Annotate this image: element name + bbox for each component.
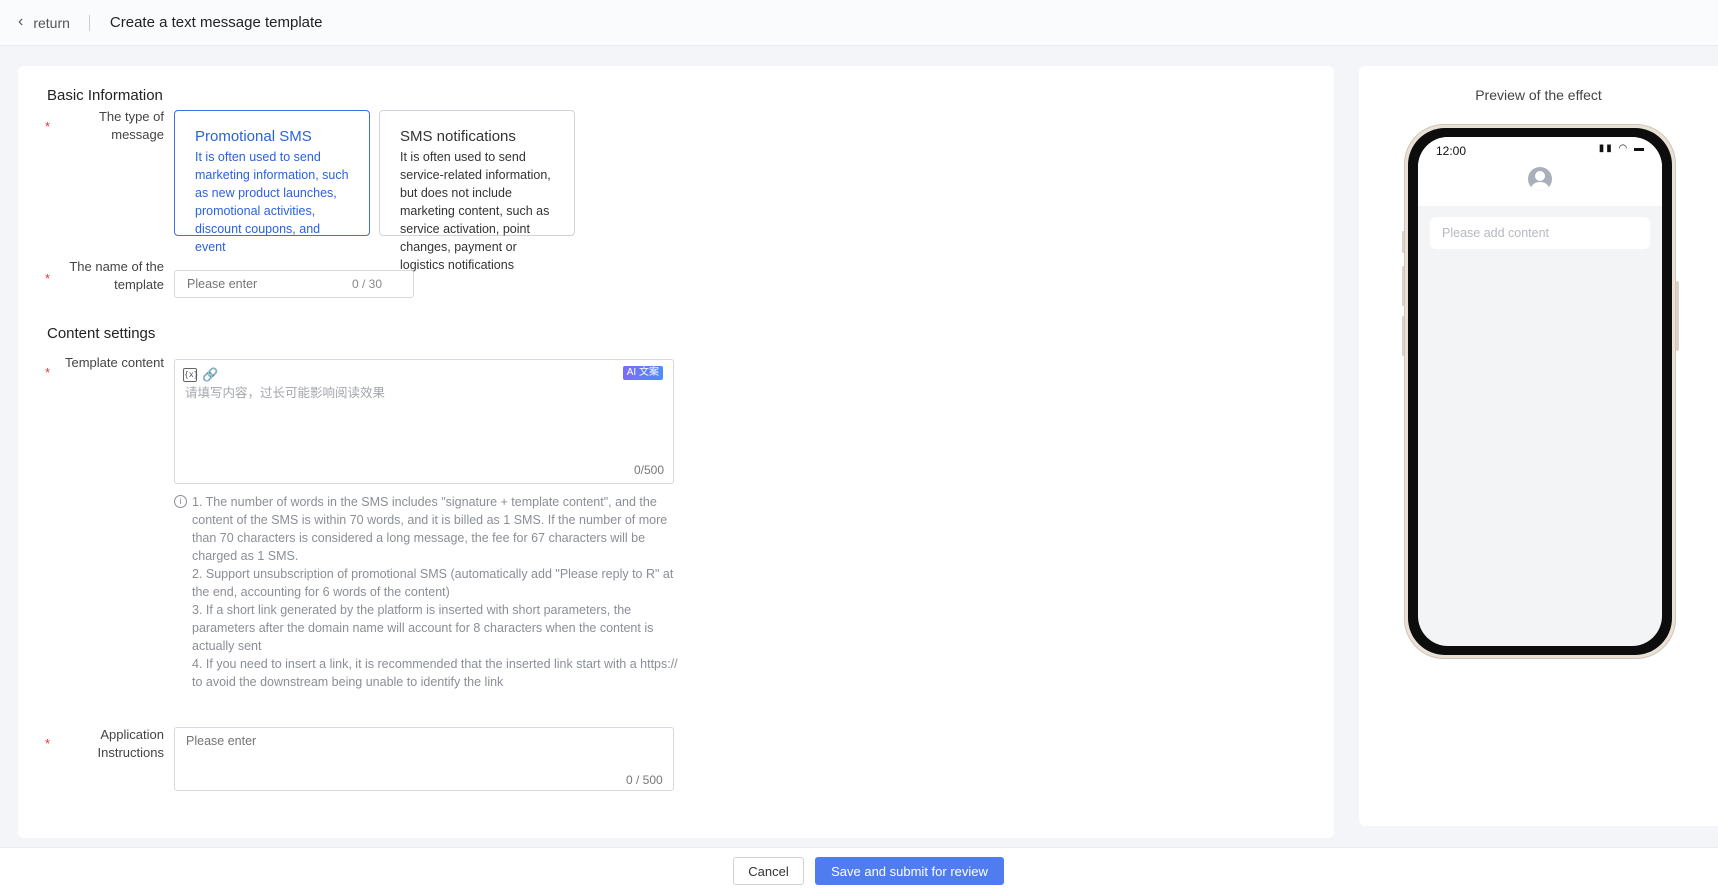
form-card: Basic Information * The type of message …: [18, 66, 1334, 838]
phone-bezel: 12:00 ▮▮ ◠ ▬ Please add content: [1408, 128, 1672, 655]
header-divider: [88, 14, 90, 31]
type-option-promotional[interactable]: Promotional SMS It is often used to send…: [174, 110, 370, 254]
section-title-content: Content settings: [47, 325, 156, 342]
info-icon: i: [174, 495, 187, 508]
content-placeholder: 请填写内容，过长可能影响阅读效果: [185, 386, 386, 400]
preview-title: Preview of the effect: [1475, 87, 1602, 103]
tip-item: 1. The number of words in the SMS includ…: [192, 495, 668, 563]
type-label: The type of message: [98, 109, 164, 142]
avatar-body: [1531, 182, 1549, 191]
phone-screen: 12:00 ▮▮ ◠ ▬ Please add content: [1418, 137, 1662, 646]
insert-variable-icon[interactable]: {x}: [183, 368, 198, 382]
cancel-button[interactable]: Cancel: [733, 857, 804, 885]
type-option-notifications[interactable]: SMS notifications It is often used to se…: [379, 110, 575, 272]
section-title-basic: Basic Information: [47, 87, 163, 104]
type-option-title: Promotional SMS: [195, 128, 312, 145]
type-option-desc: It is often used to send marketing infor…: [195, 150, 349, 254]
page-title: Create a text message template: [109, 14, 323, 31]
tip-item: 2. Support unsubscription of promotional…: [192, 567, 674, 599]
type-option-desc: It is often used to send service-related…: [400, 150, 551, 272]
content-tips: i 1. The number of words in the SMS incl…: [174, 493, 678, 691]
tip-item: 4. If you need to insert a link, it is r…: [192, 657, 678, 689]
phone-frame: 12:00 ▮▮ ◠ ▬ Please add content: [1404, 124, 1676, 659]
content-label: Template content: [64, 355, 164, 370]
avatar: [1528, 167, 1552, 191]
ai-copy-button[interactable]: AI 文案: [622, 366, 663, 380]
template-content-editor[interactable]: {x} 🔗 AI 文案 请填写内容，过长可能影响阅读效果 0/500: [174, 359, 674, 484]
instructions-counter: 0 / 500: [626, 773, 663, 787]
top-bar: ‹ return Create a text message template: [0, 0, 1718, 46]
status-time: 12:00: [1436, 144, 1467, 158]
required-mark: *: [45, 271, 51, 286]
status-icons: ▮▮ ◠ ▬: [1598, 143, 1646, 154]
content-counter: 0/500: [633, 463, 664, 477]
avatar-head: [1535, 171, 1545, 181]
name-label: The name of the template: [69, 259, 164, 292]
preview-card: Preview of the effect 12:00 ▮▮ ◠ ▬ Pleas…: [1359, 66, 1718, 826]
phone-header: 12:00 ▮▮ ◠ ▬: [1418, 137, 1662, 206]
link-icon[interactable]: 🔗: [202, 368, 218, 382]
back-button[interactable]: ‹ return: [18, 12, 70, 32]
phone-side-button: [1676, 281, 1679, 351]
type-option-title: SMS notifications: [400, 128, 516, 145]
message-bubble: Please add content: [1430, 217, 1650, 249]
back-label: return: [33, 14, 70, 31]
required-mark: *: [45, 119, 51, 134]
chevron-left-icon: ‹: [18, 12, 24, 30]
instructions-label: Application Instructions: [97, 727, 164, 760]
tip-item: 3. If a short link generated by the plat…: [192, 603, 654, 653]
required-mark: *: [45, 365, 51, 380]
submit-review-button[interactable]: Save and submit for review: [815, 857, 1004, 885]
name-counter: 0 / 30: [352, 277, 383, 291]
required-mark: *: [45, 736, 51, 751]
footer-bar: Cancel Save and submit for review: [0, 847, 1718, 893]
application-instructions-input[interactable]: [174, 727, 674, 791]
